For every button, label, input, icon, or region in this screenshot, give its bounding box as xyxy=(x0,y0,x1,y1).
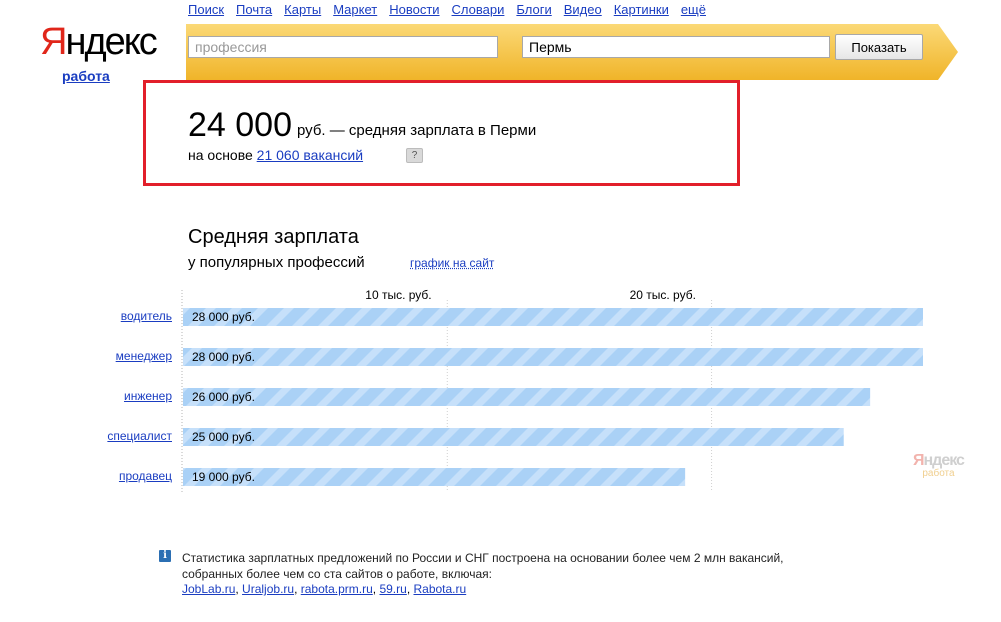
city-input[interactable] xyxy=(522,36,830,58)
bar-value-label: 25 000 руб. xyxy=(192,430,255,444)
source-link-joblab[interactable]: JobLab.ru xyxy=(182,582,235,596)
salary-bar xyxy=(183,308,923,326)
yandex-logo[interactable]: Яндекс работа xyxy=(40,21,158,84)
source-link-59[interactable]: 59.ru xyxy=(379,582,406,596)
question-icon[interactable]: ? xyxy=(406,148,423,163)
salary-bar xyxy=(183,468,686,486)
vacancy-basis: на основе 21 060 вакансий xyxy=(188,147,364,163)
chart-title: Средняя зарплата xyxy=(188,226,359,248)
nav-item-search[interactable]: Поиск xyxy=(188,2,224,17)
salary-bar xyxy=(183,428,844,446)
nav-item-more[interactable]: ещё xyxy=(681,2,706,17)
nav-item-news[interactable]: Новости xyxy=(389,2,439,17)
salary-chart: 28 000 руб. 28 000 руб. 26 000 руб. 25 000 … xyxy=(0,280,1001,500)
top-navigation: Поиск Почта Карты Маркет Новости Словари Блоги… xyxy=(188,2,718,17)
nav-item-dictionaries[interactable]: Словари xyxy=(452,2,505,17)
tick-label: 10 тыс. руб. xyxy=(365,288,432,302)
bar-value-label: 28 000 руб. xyxy=(192,350,255,364)
bar-value-label: 28 000 руб. xyxy=(192,310,255,324)
nav-item-market[interactable]: Маркет xyxy=(333,2,377,17)
chart-subtitle: у популярных профессий xyxy=(188,254,365,271)
source-links: JobLab.ru, Uraljob.ru, rabota.prm.ru, 59… xyxy=(182,582,467,596)
logo-wordmark: Яндекс xyxy=(40,21,158,63)
nav-item-maps[interactable]: Карты xyxy=(284,2,321,17)
salary-bar xyxy=(183,348,923,366)
statistics-note: Статистика зарплатных предложений по Рос… xyxy=(182,550,882,582)
category-label[interactable]: водитель xyxy=(12,309,172,323)
nav-item-mail[interactable]: Почта xyxy=(236,2,272,17)
statistics-note-line1: Статистика зарплатных предложений по Рос… xyxy=(182,551,784,565)
profession-input[interactable] xyxy=(188,36,498,58)
source-link-uraljob[interactable]: Uraljob.ru xyxy=(242,582,294,596)
embed-chart-link[interactable]: график на сайт xyxy=(410,256,494,270)
category-label[interactable]: продавец xyxy=(12,469,172,483)
nav-item-blogs[interactable]: Блоги xyxy=(516,2,551,17)
salary-bar xyxy=(183,388,871,406)
logo-service-link[interactable]: работа xyxy=(62,68,110,84)
bar-value-label: 26 000 руб. xyxy=(192,390,255,404)
show-button[interactable]: Показать xyxy=(835,34,923,60)
info-icon: i xyxy=(159,550,171,562)
vacancies-link[interactable]: 21 060 вакансий xyxy=(257,147,363,163)
category-label[interactable]: инженер xyxy=(12,389,172,403)
average-salary-caption: руб. — средняя зарплата в Перми xyxy=(297,122,537,139)
average-salary-amount: 24 000 xyxy=(188,106,292,144)
category-label[interactable]: менеджер xyxy=(12,349,172,363)
tick-label: 20 тыс. руб. xyxy=(629,288,696,302)
nav-item-video[interactable]: Видео xyxy=(564,2,602,17)
source-link-rabota[interactable]: Rabota.ru xyxy=(413,582,466,596)
yandex-rabota-watermark: Яндекс работа xyxy=(913,452,965,479)
bar-value-label: 19 000 руб. xyxy=(192,470,255,484)
category-label[interactable]: специалист xyxy=(12,429,172,443)
statistics-note-line2: собранных более чем со ста сайтов о рабо… xyxy=(182,567,492,581)
nav-item-images[interactable]: Картинки xyxy=(614,2,669,17)
source-link-rabota-prm[interactable]: rabota.prm.ru xyxy=(301,582,373,596)
